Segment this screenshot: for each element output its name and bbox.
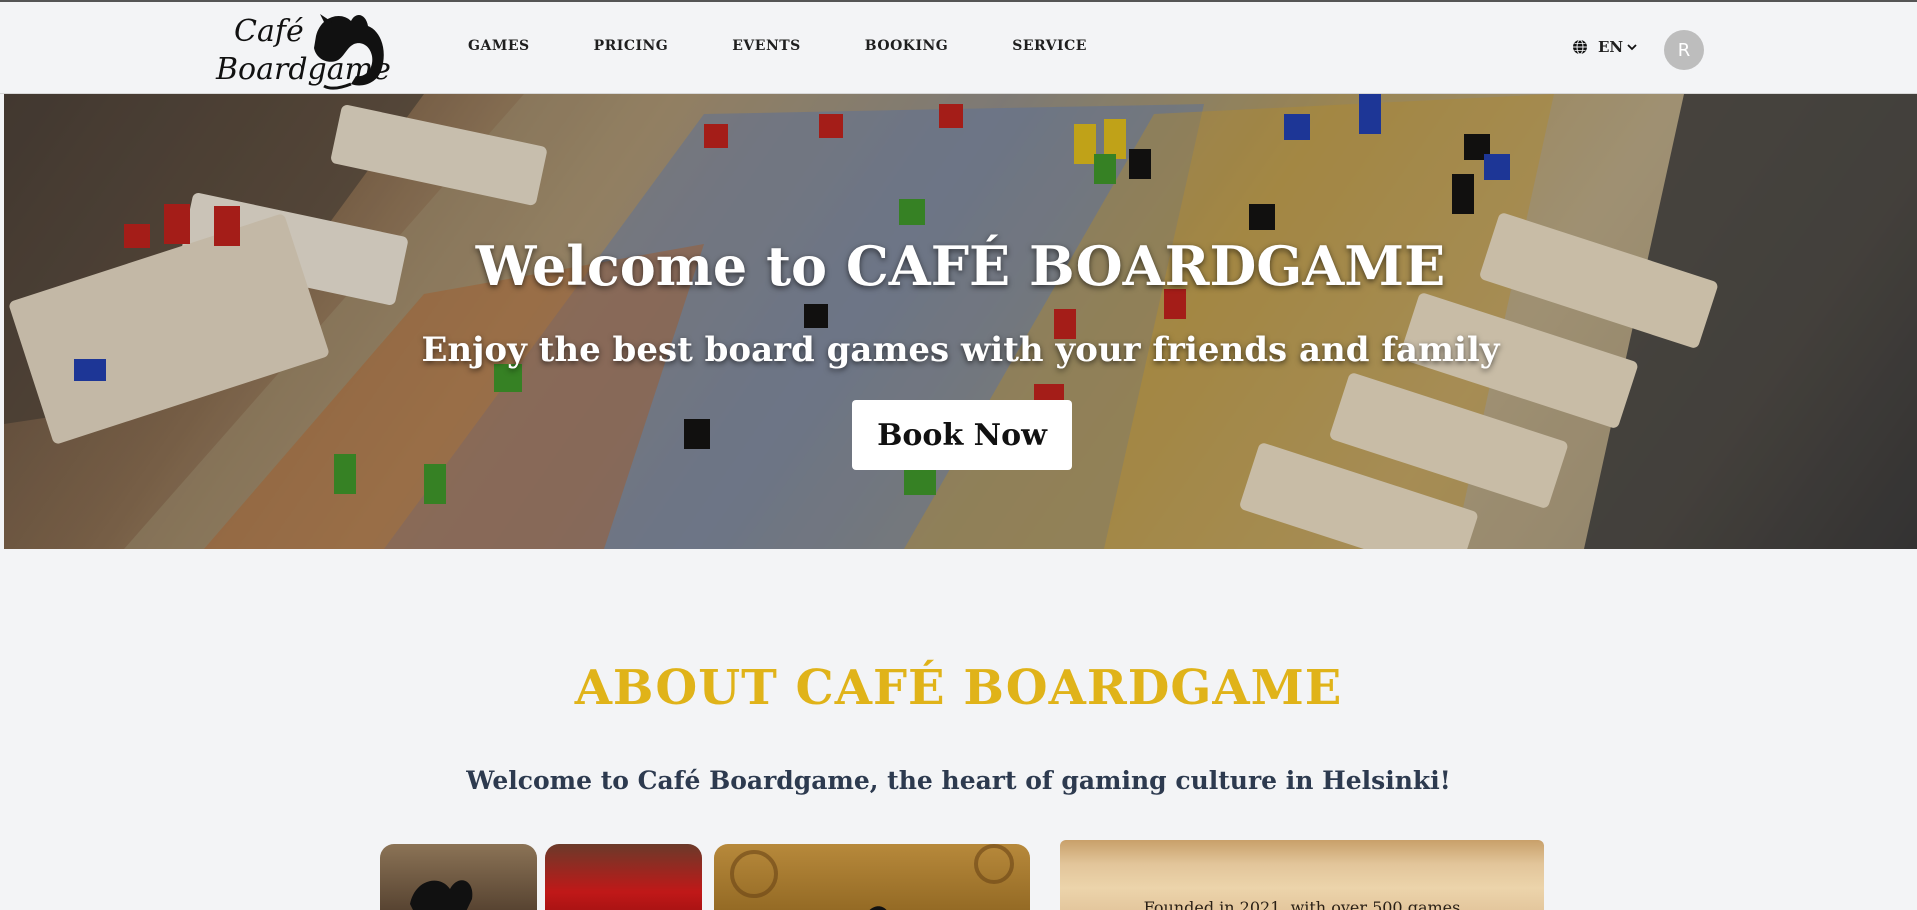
globe-icon: [1573, 39, 1587, 55]
nav-booking[interactable]: BOOKING: [865, 38, 948, 54]
nav-pricing[interactable]: PRICING: [594, 38, 669, 54]
gallery-image-staff: [545, 844, 702, 910]
scroll-text: Founded in 2021, with over 500 games: [1143, 898, 1461, 910]
dragon-icon: [410, 880, 473, 910]
hero-banner: Welcome to CAFÉ BOARDGAME Enjoy the best…: [4, 94, 1917, 549]
dragon-logo-icon: [314, 14, 384, 90]
scroll-banner: Founded in 2021, with over 500 games: [1060, 840, 1544, 910]
avatar[interactable]: R: [1664, 30, 1704, 70]
nav-games[interactable]: GAMES: [468, 38, 530, 54]
navbar: Café Boardgame GAMES PRICING EVENTS BOOK…: [0, 0, 1917, 94]
page: Café Boardgame GAMES PRICING EVENTS BOOK…: [0, 0, 1917, 910]
nav-events[interactable]: EVENTS: [732, 38, 801, 54]
gallery-image-map: [714, 844, 1030, 910]
hero-title: Welcome to CAFÉ BOARDGAME: [475, 234, 1446, 298]
gallery-image-dragon-sign: [380, 844, 537, 910]
language-selector[interactable]: EN: [1572, 38, 1637, 56]
logo-line1: Café: [234, 14, 304, 49]
language-label: EN: [1598, 38, 1624, 56]
book-now-button[interactable]: Book Now: [852, 400, 1072, 470]
chevron-down-icon: [1627, 44, 1637, 51]
gear-map-graphic: [730, 844, 1014, 910]
hero-overlay: [4, 94, 1917, 549]
about-subtitle: Welcome to Café Boardgame, the heart of …: [466, 766, 1451, 795]
hero-subtitle: Enjoy the best board games with your fri…: [421, 330, 1500, 370]
nav-service[interactable]: SERVICE: [1012, 38, 1087, 54]
about-title: ABOUT CAFÉ BOARDGAME: [574, 660, 1343, 716]
nav-links: GAMES PRICING EVENTS BOOKING SERVICE: [468, 38, 1151, 54]
logo[interactable]: Café Boardgame: [216, 6, 398, 94]
